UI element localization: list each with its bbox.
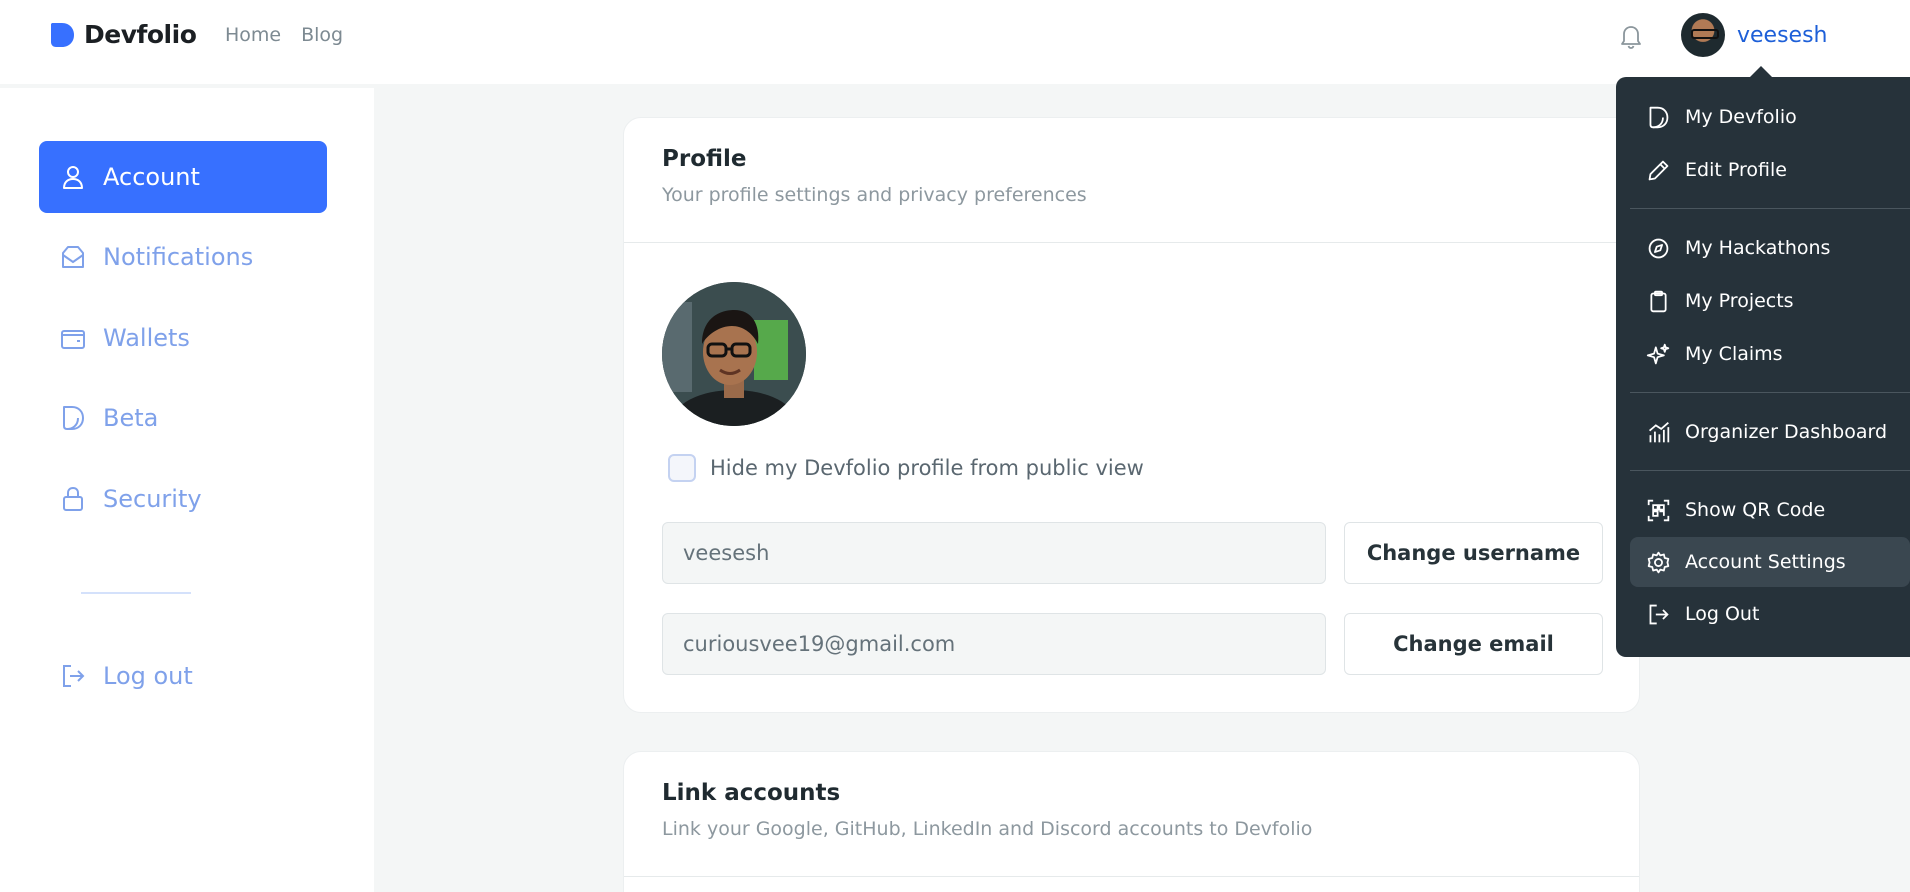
email-field[interactable]: curiousvee19@gmail.com [662,613,1326,675]
sidebar-item-notifications[interactable]: Notifications [39,221,327,293]
sidebar-item-account[interactable]: Account [39,141,327,213]
hide-profile-label: Hide my Devfolio profile from public vie… [710,456,1144,480]
card-divider [624,876,1639,877]
sidebar-item-security[interactable]: Security [39,463,327,535]
username-field[interactable]: veesesh [662,522,1326,584]
menu-item-my-claims[interactable]: My Claims [1630,329,1910,379]
menu-item-label: My Devfolio [1685,106,1797,128]
menu-item-organizer-dashboard[interactable]: Organizer Dashboard [1630,407,1910,457]
sidebar-item-label: Notifications [103,243,254,271]
menu-item-edit-profile[interactable]: Edit Profile [1630,145,1910,195]
logout-icon [63,665,85,687]
change-email-button[interactable]: Change email [1344,613,1603,675]
chart-icon [1648,421,1670,442]
wallet-icon [61,330,85,349]
menu-item-label: Organizer Dashboard [1685,421,1888,443]
menu-item-account-settings[interactable]: Account Settings [1630,537,1910,587]
profile-card: Profile Your profile settings and privac… [623,117,1640,713]
profile-photo[interactable] [662,282,806,426]
user-icon [63,166,83,189]
logout-icon [1649,604,1669,624]
logout-label: Log out [103,662,193,690]
sidebar-logout-button[interactable]: Log out [39,640,327,712]
devfolio-logo[interactable]: Devfolio [48,20,197,49]
inbox-icon [62,246,84,268]
notification-bell-icon[interactable] [1616,21,1646,51]
sidebar-item-label: Security [103,485,202,513]
user-menu-toggle[interactable]: veesesh [1681,13,1828,57]
clipboard-icon [1650,290,1667,312]
menu-item-my-hackathons[interactable]: My Hackathons [1630,223,1910,273]
sidebar-item-label: Beta [103,404,159,432]
menu-item-my-projects[interactable]: My Projects [1630,276,1910,326]
sidebar-item-beta[interactable]: Beta [39,382,327,454]
nav-blog-link[interactable]: Blog [301,24,343,46]
change-username-button[interactable]: Change username [1344,522,1603,584]
menu-divider [1630,470,1910,471]
menu-divider [1630,208,1910,209]
top-nav: Home Blog [225,24,343,46]
avatar [1681,13,1725,57]
devfolio-icon [1649,106,1669,128]
menu-item-label: Show QR Code [1685,499,1826,521]
nav-home-link[interactable]: Home [225,24,281,46]
hide-profile-checkbox[interactable] [668,454,696,482]
user-name: veesesh [1737,22,1828,48]
hide-profile-row: Hide my Devfolio profile from public vie… [668,454,1144,482]
sidebar-item-label: Wallets [103,324,190,352]
top-header: Devfolio Home Blog veesesh [0,0,1910,84]
link-accounts-title: Link accounts [662,780,841,806]
settings-sidebar: Account Notifications Wallets Beta Secur… [0,88,374,892]
menu-item-label: My Hackathons [1685,237,1831,259]
link-accounts-card: Link accounts Link your Google, GitHub, … [623,751,1640,892]
menu-item-label: My Projects [1685,290,1794,312]
card-divider [624,242,1639,243]
sidebar-item-label: Account [103,163,200,191]
menu-item-label: Log Out [1685,603,1760,625]
menu-item-label: Edit Profile [1685,159,1787,181]
menu-item-log-out[interactable]: Log Out [1630,589,1910,639]
menu-item-label: My Claims [1685,343,1783,365]
sidebar-divider [81,592,191,594]
sparkle-icon [1646,343,1670,364]
lock-icon [63,486,83,511]
gear-icon [1647,551,1670,573]
pencil-icon [1648,160,1669,180]
link-accounts-subtitle: Link your Google, GitHub, LinkedIn and D… [662,818,1313,840]
menu-item-show-qr-code[interactable]: Show QR Code [1630,485,1910,535]
profile-title: Profile [662,146,747,172]
profile-photo-image [662,282,806,426]
devfolio-icon [63,406,84,430]
logo-text: Devfolio [84,20,197,49]
qr-code-icon [1647,499,1670,521]
menu-divider [1630,392,1910,393]
menu-item-label: Account Settings [1685,551,1846,573]
devfolio-logo-icon [51,22,74,47]
compass-icon [1648,238,1669,258]
sidebar-item-wallets[interactable]: Wallets [39,302,327,374]
menu-item-my-devfolio[interactable]: My Devfolio [1630,92,1910,142]
user-dropdown-menu: My Devfolio Edit Profile My Hackathons M… [1616,77,1910,657]
profile-subtitle: Your profile settings and privacy prefer… [662,184,1087,206]
